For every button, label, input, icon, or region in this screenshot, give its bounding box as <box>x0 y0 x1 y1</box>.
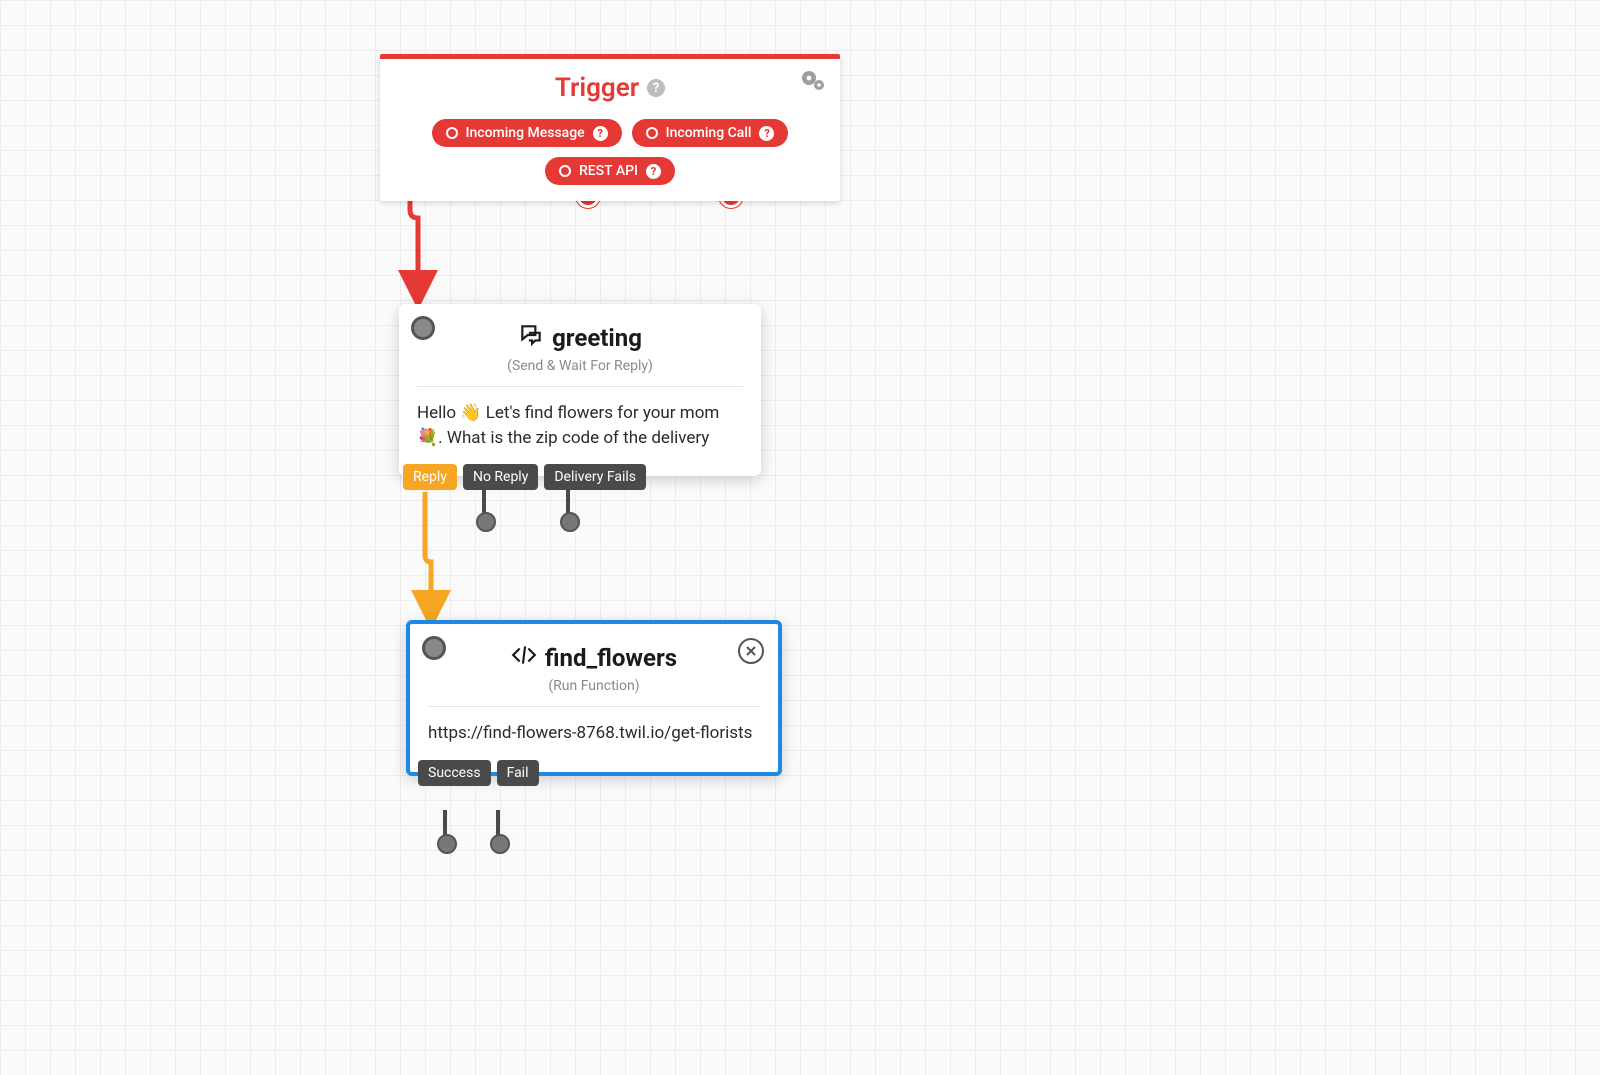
settings-gears-icon[interactable] <box>800 69 826 96</box>
help-icon[interactable]: ? <box>759 126 774 141</box>
pill-incoming-message[interactable]: Incoming Message ? <box>432 119 622 147</box>
widget-subtitle: (Send & Wait For Reply) <box>399 358 761 386</box>
outport-success[interactable]: Success <box>418 760 491 786</box>
widget-subtitle: (Run Function) <box>410 678 778 706</box>
port-dot-icon <box>446 127 458 139</box>
pill-label: Incoming Message <box>466 125 585 141</box>
code-icon <box>511 642 537 674</box>
widget-title: find_flowers <box>545 644 677 672</box>
input-port[interactable] <box>422 636 446 660</box>
help-icon[interactable]: ? <box>646 164 661 179</box>
widget-title: greeting <box>552 324 642 352</box>
trigger-pills-row: Incoming Message ? Incoming Call ? REST … <box>380 109 840 201</box>
port-dot-icon <box>646 127 658 139</box>
flow-canvas[interactable]: Trigger ? Incoming Message ? Incoming Ca… <box>0 0 1600 1075</box>
unconnected-port[interactable] <box>476 512 496 532</box>
widget-header: find_flowers <box>410 624 778 678</box>
pill-label: Incoming Call <box>666 125 752 141</box>
outport-reply[interactable]: Reply <box>403 464 457 490</box>
chat-icon <box>518 322 544 354</box>
pill-label: REST API <box>579 163 638 179</box>
pill-rest-api[interactable]: REST API ? <box>545 157 675 185</box>
trigger-card[interactable]: Trigger ? Incoming Message ? Incoming Ca… <box>380 54 840 201</box>
widget-find-flowers[interactable]: find_flowers (Run Function) https://find… <box>406 620 782 776</box>
unconnected-port[interactable] <box>437 834 457 854</box>
outports-row: Success Fail <box>418 760 539 786</box>
help-icon[interactable]: ? <box>647 79 665 97</box>
widget-header: greeting <box>399 304 761 358</box>
pill-incoming-call[interactable]: Incoming Call ? <box>632 119 789 147</box>
outport-no-reply[interactable]: No Reply <box>463 464 538 490</box>
port-dot-icon <box>559 165 571 177</box>
trigger-title: Trigger <box>555 73 639 103</box>
outport-fail[interactable]: Fail <box>497 760 539 786</box>
outport-delivery-fails[interactable]: Delivery Fails <box>544 464 646 490</box>
widget-greeting[interactable]: greeting (Send & Wait For Reply) Hello 👋… <box>399 304 761 476</box>
unconnected-port[interactable] <box>490 834 510 854</box>
unconnected-port[interactable] <box>560 512 580 532</box>
input-port[interactable] <box>411 316 435 340</box>
help-icon[interactable]: ? <box>593 126 608 141</box>
close-icon[interactable] <box>738 638 764 664</box>
widget-body: Hello 👋 Let's find flowers for your mom … <box>399 387 761 476</box>
outports-row: Reply No Reply Delivery Fails <box>403 464 646 490</box>
